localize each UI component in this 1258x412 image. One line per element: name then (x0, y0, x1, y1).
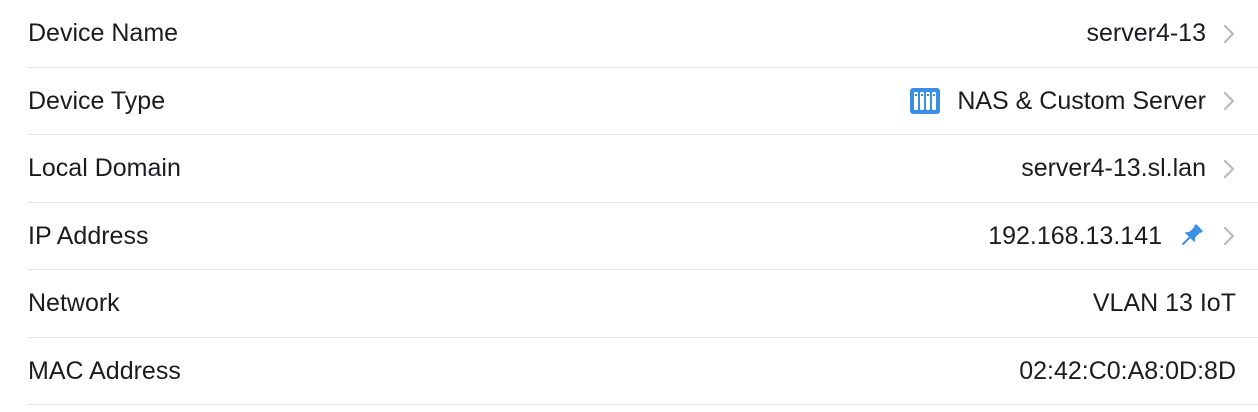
chevron-right-icon (1223, 24, 1235, 43)
row-device-name[interactable]: Device Name server4-13 (0, 0, 1258, 68)
device-details-list: Device Name server4-13 Device Type NAS &… (0, 0, 1258, 412)
mac-address-label: MAC Address (28, 356, 181, 385)
row-local-domain[interactable]: Local Domain server4-13.sl.lan (0, 135, 1258, 203)
device-name-label: Device Name (28, 19, 179, 48)
ip-address-value: 192.168.13.141 (988, 221, 1162, 250)
mac-address-value: 02:42:C0:A8:0D:8D (1019, 356, 1236, 385)
device-name-value: server4-13 (1086, 19, 1207, 48)
network-label: Network (28, 289, 120, 318)
ip-address-value-wrap: 192.168.13.141 (988, 221, 1236, 251)
device-type-value: NAS & Custom Server (957, 86, 1206, 115)
network-value: VLAN 13 IoT (1092, 289, 1236, 318)
ip-address-label: IP Address (28, 221, 149, 250)
chevron-right-icon (1223, 159, 1235, 178)
network-value-wrap: VLAN 13 IoT (1093, 289, 1236, 318)
chevron-right-icon (1223, 227, 1235, 246)
row-device-type[interactable]: Device Type NAS & Custom Server (0, 68, 1258, 136)
nas-server-icon (910, 88, 941, 115)
device-type-value-wrap: NAS & Custom Server (909, 87, 1236, 116)
local-domain-label: Local Domain (28, 154, 181, 183)
mac-address-value-wrap: 02:42:C0:A8:0D:8D (1019, 357, 1236, 386)
device-type-label: Device Type (28, 86, 166, 115)
device-name-value-wrap: server4-13 (1087, 19, 1237, 48)
row-ip-address[interactable]: IP Address 192.168.13.141 (0, 203, 1258, 271)
row-mac-address: MAC Address 02:42:C0:A8:0D:8D (0, 338, 1258, 406)
local-domain-value-wrap: server4-13.sl.lan (1021, 154, 1236, 183)
row-network: Network VLAN 13 IoT (0, 270, 1258, 338)
local-domain-value: server4-13.sl.lan (1021, 154, 1206, 183)
chevron-right-icon (1223, 92, 1235, 111)
pin-icon (1181, 224, 1203, 246)
